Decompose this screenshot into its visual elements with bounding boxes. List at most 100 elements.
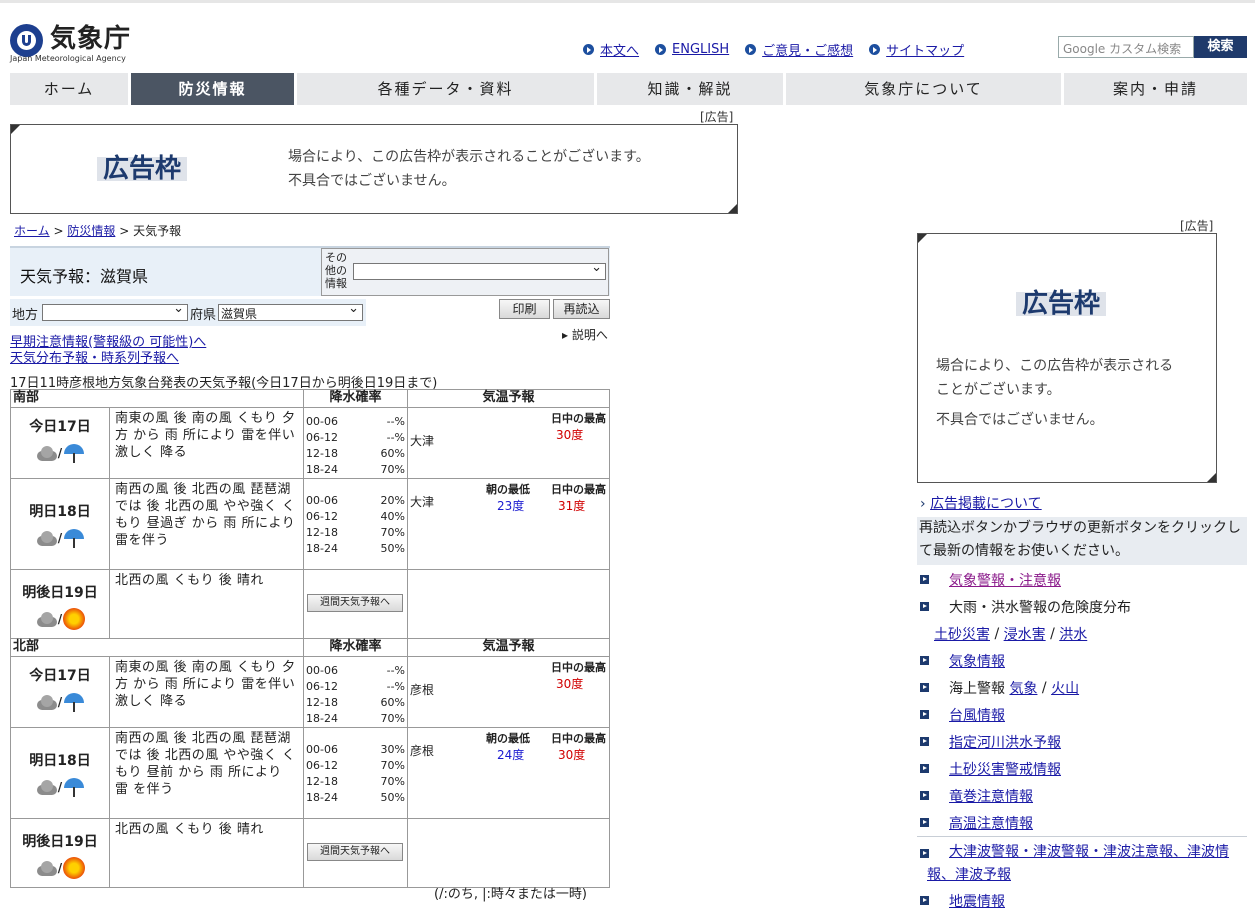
hi-temp: 30度 (556, 428, 584, 442)
forecast-row: 今日17日 / 南東の風 後 南の風 くもり 夕方 から 雨 所により 雷を伴い… (10, 656, 610, 728)
menu-item-earthquake[interactable]: 地震情報 (917, 887, 1247, 909)
day-label: 明後日19日 (22, 585, 98, 601)
reload-button[interactable]: 再読込 (553, 299, 610, 319)
arrow-bullet-icon (920, 710, 929, 719)
menu-item-label: 高温注意情報 (949, 815, 1033, 832)
menu-item-label: 海上警報 (949, 680, 1005, 697)
arrow-bullet-icon (920, 683, 929, 692)
link-sitemap[interactable]: サイトマップ (886, 40, 964, 59)
city-name: 大津 (410, 434, 435, 448)
ad-side-text-3: 不具合ではございません。 (936, 412, 1104, 428)
menu-item-tsunami[interactable]: 大津波警報・津波警報・津波注意報、津波情報、津波予報 (917, 837, 1247, 887)
nav-home[interactable]: ホーム (10, 73, 128, 105)
ad-label-side: [広告] (1180, 219, 1214, 233)
link-feedback[interactable]: ご意見・ご感想 (762, 40, 853, 59)
menu-item-heat[interactable]: 高温注意情報 (917, 809, 1247, 836)
menu-item-risk-map: 大雨・洪水警報の危険度分布 (917, 593, 1247, 620)
sun-icon (63, 608, 86, 630)
other-info-label: その他の情報 (325, 251, 347, 290)
link-shinsui[interactable]: 浸水害 (1004, 624, 1046, 644)
rain-icon (63, 442, 85, 464)
search-button[interactable]: 検索 (1194, 36, 1247, 58)
day-cell: 今日17日 / (10, 407, 110, 479)
other-info-select[interactable] (353, 260, 606, 280)
pref-select[interactable]: 滋賀県 (218, 301, 363, 321)
top-links: 本文へ ENGLISH ご意見・ご感想 サイトマップ (583, 40, 964, 59)
forecast-row: 明日18日 / 南西の風 後 北西の風 琵琶湖 では 後 北西の風 やや強く く… (10, 478, 610, 570)
arrow-bullet-icon (869, 44, 881, 55)
menu-item-label: 台風情報 (949, 707, 1005, 724)
pop-time: 00-06 (306, 415, 338, 428)
arrow-bullet-icon (920, 602, 929, 611)
forecast-row: 明後日19日 / 北西の風 くもり 後 晴れ 週間天気予報へ (10, 569, 610, 639)
link-marine-weather[interactable]: 気象 (1009, 678, 1037, 698)
pop-cell: 00-06 30% 06-12 70% 12-18 70% 18-24 50% (303, 727, 408, 819)
nav-knowledge[interactable]: 知識・解説 (597, 73, 783, 105)
search-input[interactable]: Google カスタム検索 (1058, 36, 1194, 58)
jma-logo-mark-icon (10, 24, 43, 57)
region-select[interactable] (42, 301, 188, 321)
weather-text: 南東の風 後 南の風 くもり 夕方 から 雨 所により 雷を伴い 激しく 降る (109, 656, 304, 728)
pop-cell: 週間天気予報へ (303, 818, 408, 888)
menu-item-weather-info[interactable]: 気象情報 (917, 647, 1247, 674)
rain-icon (63, 691, 85, 713)
day-cell: 明後日19日 / (10, 569, 110, 639)
link-distribution-forecast[interactable]: 天気分布予報・時系列予報へ (10, 351, 179, 366)
weekly-forecast-button[interactable]: 週間天気予報へ (307, 594, 403, 612)
pop-value: --% (386, 431, 405, 444)
link-kozui[interactable]: 洪水 (1059, 624, 1087, 644)
region-name: 北部 (10, 638, 304, 657)
menu-item-tornado[interactable]: 竜巻注意情報 (917, 782, 1247, 809)
link-early-warning[interactable]: 早期注意情報(警報級の 可能性)へ (10, 335, 206, 350)
weekly-forecast-button[interactable]: 週間天気予報へ (307, 843, 403, 861)
ad-banner-side[interactable]: 広告枠 場合により、この広告枠が表示される ことがございます。 不具合ではござい… (917, 233, 1217, 483)
weather-text: 南東の風 後 南の風 くもり 夕方 から 雨 所により 雷を伴い 激しく 降る (109, 407, 304, 479)
temp-cell: 日中の最高 大津 30度 (407, 407, 610, 479)
reload-notice: 再読込ボタンかブラウザの更新ボタンをクリックして最新の情報をお使いください。 (917, 517, 1247, 565)
right-menu: 気象警報・注意報 大雨・洪水警報の危険度分布 土砂災害 / 浸水害 / 洪水 気… (917, 566, 1247, 909)
ad-corner-icon (918, 234, 927, 243)
cloud-icon (35, 530, 57, 546)
other-info-box: その他の情報 (321, 248, 609, 296)
ad-info-link[interactable]: › 広告掲載について (920, 493, 1042, 513)
jma-logo[interactable]: 気象庁 Japan Meteorological Agency (10, 16, 140, 64)
ad-label: [広告] (700, 110, 734, 124)
pop-time: 12-18 (306, 447, 338, 460)
ad-banner-top[interactable]: 広告枠 場合により、この広告枠が表示されることがございます。 不具合ではございま… (10, 124, 738, 214)
day-label: 明日18日 (29, 504, 91, 520)
pref-label: 府県 (190, 308, 217, 323)
nav-data[interactable]: 各種データ・資料 (297, 73, 594, 105)
link-english[interactable]: ENGLISH (672, 42, 729, 57)
arrow-bullet-icon (745, 44, 757, 55)
breadcrumb-bousai[interactable]: 防災情報 (67, 224, 115, 238)
link-dosha[interactable]: 土砂災害 (934, 624, 990, 644)
link-marine-volcano[interactable]: 火山 (1051, 678, 1079, 698)
explain-link[interactable]: ▸ 説明へ (562, 326, 608, 343)
rain-icon (63, 776, 85, 798)
weather-text: 北西の風 くもり 後 晴れ (109, 569, 304, 639)
pop-value: 70% (380, 463, 405, 476)
menu-subitems-risk: 土砂災害 / 浸水害 / 洪水 (934, 624, 1088, 644)
nav-guide[interactable]: 案内・申請 (1064, 73, 1247, 105)
arrow-bullet-icon (920, 575, 929, 584)
pop-cell: 00-06 --% 06-12 --% 12-18 60% 18-24 70% (303, 407, 408, 479)
temp-cell (407, 818, 610, 888)
menu-item-label: 土砂災害警戒情報 (949, 761, 1061, 778)
nav-disaster-info[interactable]: 防災情報 (131, 73, 294, 105)
ad-side-text-1: 場合により、この広告枠が表示される (936, 358, 1174, 374)
ad-side-text-2: ことがございます。 (936, 382, 1061, 398)
arrow-bullet-icon (920, 764, 929, 773)
print-button[interactable]: 印刷 (499, 299, 550, 319)
breadcrumb-sep: > (53, 224, 64, 238)
breadcrumb-home[interactable]: ホーム (14, 224, 50, 238)
temp-cell: 朝の最低 日中の最高 大津 23度 31度 (407, 478, 610, 570)
menu-item-typhoon[interactable]: 台風情報 (917, 701, 1247, 728)
forecast-table-south: 南部 降水確率 気温予報 今日17日 / 南東の風 後 南の風 くもり 夕方 か… (10, 389, 610, 888)
link-main-content[interactable]: 本文へ (600, 40, 639, 59)
menu-item-warnings[interactable]: 気象警報・注意報 (917, 566, 1247, 593)
pop-value: 60% (380, 447, 405, 460)
menu-item-label: 指定河川洪水予報 (949, 734, 1061, 751)
menu-item-landslide[interactable]: 土砂災害警戒情報 (917, 755, 1247, 782)
menu-item-river-flood[interactable]: 指定河川洪水予報 (917, 728, 1247, 755)
nav-about[interactable]: 気象庁について (786, 73, 1061, 105)
